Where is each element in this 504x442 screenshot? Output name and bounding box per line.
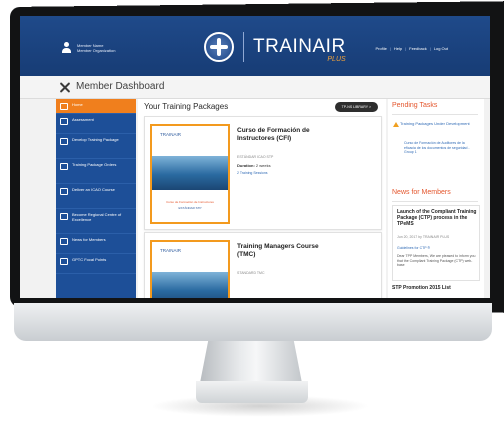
monitor-stand-neck (200, 341, 302, 383)
tools-icon (58, 81, 71, 94)
pending-task-subitem[interactable]: Curso de Formación de Auditores de la ef… (404, 141, 476, 155)
pending-tasks-title: Pending Tasks (392, 102, 438, 109)
dashboard-header: Member Dashboard (20, 76, 490, 99)
sidebar-item-label: News for Members (72, 237, 106, 242)
globe-icon (60, 258, 68, 265)
news-item-link[interactable]: Guidelines for CTP ® (397, 246, 430, 250)
package-duration: Duration: 2 weeks (237, 163, 271, 168)
news-title: News for Members (392, 189, 451, 196)
training-package-card[interactable]: TRAINAIR Curso de Formación de Instructo… (144, 116, 382, 230)
package-code: ESTÁNDAR ICAO STP (237, 155, 274, 159)
sidebar: Home Assessment Develop Training Package… (56, 99, 136, 298)
sidebar-item-home[interactable]: Home (56, 99, 136, 114)
package-thumbnail: TRAINAIR Curso de Formación de Instructo… (150, 124, 230, 224)
assessment-icon (60, 118, 68, 125)
sidebar-item-regional-centre[interactable]: Become Regional Centre of Excellence (56, 209, 136, 234)
thumbnail-caption: Curso de Formación de Instructores (166, 200, 214, 204)
sidebar-item-training-package-orders[interactable]: Training Package Orders (56, 159, 136, 184)
cart-icon (60, 163, 68, 170)
package-title[interactable]: Curso de Formación de Instructores (CFI) (237, 127, 333, 143)
news-card[interactable]: Launch of the Compliant Training Package… (392, 205, 480, 281)
news-icon (60, 238, 68, 245)
screen: Member Name Member Organization TRAINAIR… (20, 16, 490, 298)
package-thumbnail: TRAINAIR (150, 240, 230, 298)
thumbnail-caption-2: ESTÁNDAR STP (178, 206, 202, 210)
package-title[interactable]: Training Managers Course (TMC) (237, 243, 333, 259)
nav-help[interactable]: Help (394, 46, 402, 51)
user-menu[interactable]: Member Name Member Organization (62, 42, 115, 53)
page-title: Member Dashboard (76, 81, 165, 92)
logo-wordmark: TRAINAIR PLUS (253, 36, 346, 64)
nav-feedback[interactable]: Feedback (409, 46, 427, 51)
user-org: Member Organization (77, 47, 116, 53)
sidebar-item-label: Deliver an ICAO Course (72, 187, 115, 192)
sidebar-item-assessment[interactable]: Assessment (56, 114, 136, 134)
training-packages-panel: Your Training Packages TP-NS LIBRARY > T… (138, 99, 386, 298)
sidebar-item-label: Home (72, 102, 83, 107)
nav-separator: | (389, 46, 391, 51)
icao-seal-icon (204, 32, 234, 62)
monitor-stand-foot (196, 381, 308, 403)
home-icon (60, 103, 68, 110)
sidebar-item-label: Develop Training Package (72, 137, 119, 142)
training-sessions-link[interactable]: 2 Training Sessions (237, 171, 268, 175)
sidebar-item-label: Assessment (72, 117, 94, 122)
package-code: STANDARD TMC (237, 271, 265, 275)
sidebar-item-label: GPTC Focal Points (72, 257, 107, 262)
right-column: Pending Tasks Training Packages Under De… (388, 99, 484, 298)
thumbnail-brand: TRAINAIR (160, 132, 182, 137)
news-item-date: Jun 20, 2017 by TRAINAIR PLUS (397, 235, 450, 239)
library-button[interactable]: TP-NS LIBRARY > (334, 102, 378, 112)
header-bar: Member Name Member Organization TRAINAIR… (20, 16, 490, 76)
sidebar-item-news-for-members[interactable]: News for Members (56, 234, 136, 254)
training-package-card[interactable]: TRAINAIR Training Managers Course (TMC) … (144, 232, 382, 298)
pending-task-item[interactable]: Training Packages Under Development (400, 121, 476, 126)
develop-icon (60, 138, 68, 145)
nav-separator: | (429, 46, 431, 51)
deliver-icon (60, 188, 68, 195)
aircraft-photo (152, 156, 228, 190)
thumbnail-brand: TRAINAIR (160, 248, 182, 253)
user-info: Member Name Member Organization (77, 43, 115, 53)
sidebar-item-deliver-course[interactable]: Deliver an ICAO Course (56, 184, 136, 209)
divider (392, 114, 478, 115)
news-item-body: Dear TPP Members, We are pleased to info… (397, 254, 476, 267)
duration-value: 2 weeks (255, 163, 271, 168)
trainair-logo[interactable]: TRAINAIR PLUS (204, 32, 346, 64)
top-nav: Profile | Help | Feedback | Log Out (375, 46, 448, 51)
warning-icon (393, 122, 399, 127)
nav-log-out[interactable]: Log Out (434, 46, 448, 51)
sidebar-item-develop-training-package[interactable]: Develop Training Package (56, 134, 136, 159)
monitor-chin (14, 303, 492, 341)
section-title: Your Training Packages (144, 102, 229, 111)
sidebar-item-label: Become Regional Centre of Excellence (72, 212, 122, 222)
logo-subtitle: PLUS (327, 56, 346, 63)
nav-profile[interactable]: Profile (375, 46, 386, 51)
sidebar-item-gptc-focal-points[interactable]: GPTC Focal Points (56, 254, 136, 274)
logo-title: TRAINAIR (253, 36, 346, 57)
sidebar-item-label: Training Package Orders (72, 162, 117, 167)
centre-icon (60, 213, 68, 220)
divider (392, 201, 478, 202)
duration-label: Duration: (237, 163, 255, 168)
nav-separator: | (405, 46, 407, 51)
logo-divider (243, 32, 244, 62)
aircraft-photo (152, 272, 228, 298)
news-item-title[interactable]: Launch of the Compliant Training Package… (397, 209, 477, 227)
user-icon (62, 42, 71, 53)
news-next-title[interactable]: STP Promotion 2015 List (392, 285, 478, 291)
